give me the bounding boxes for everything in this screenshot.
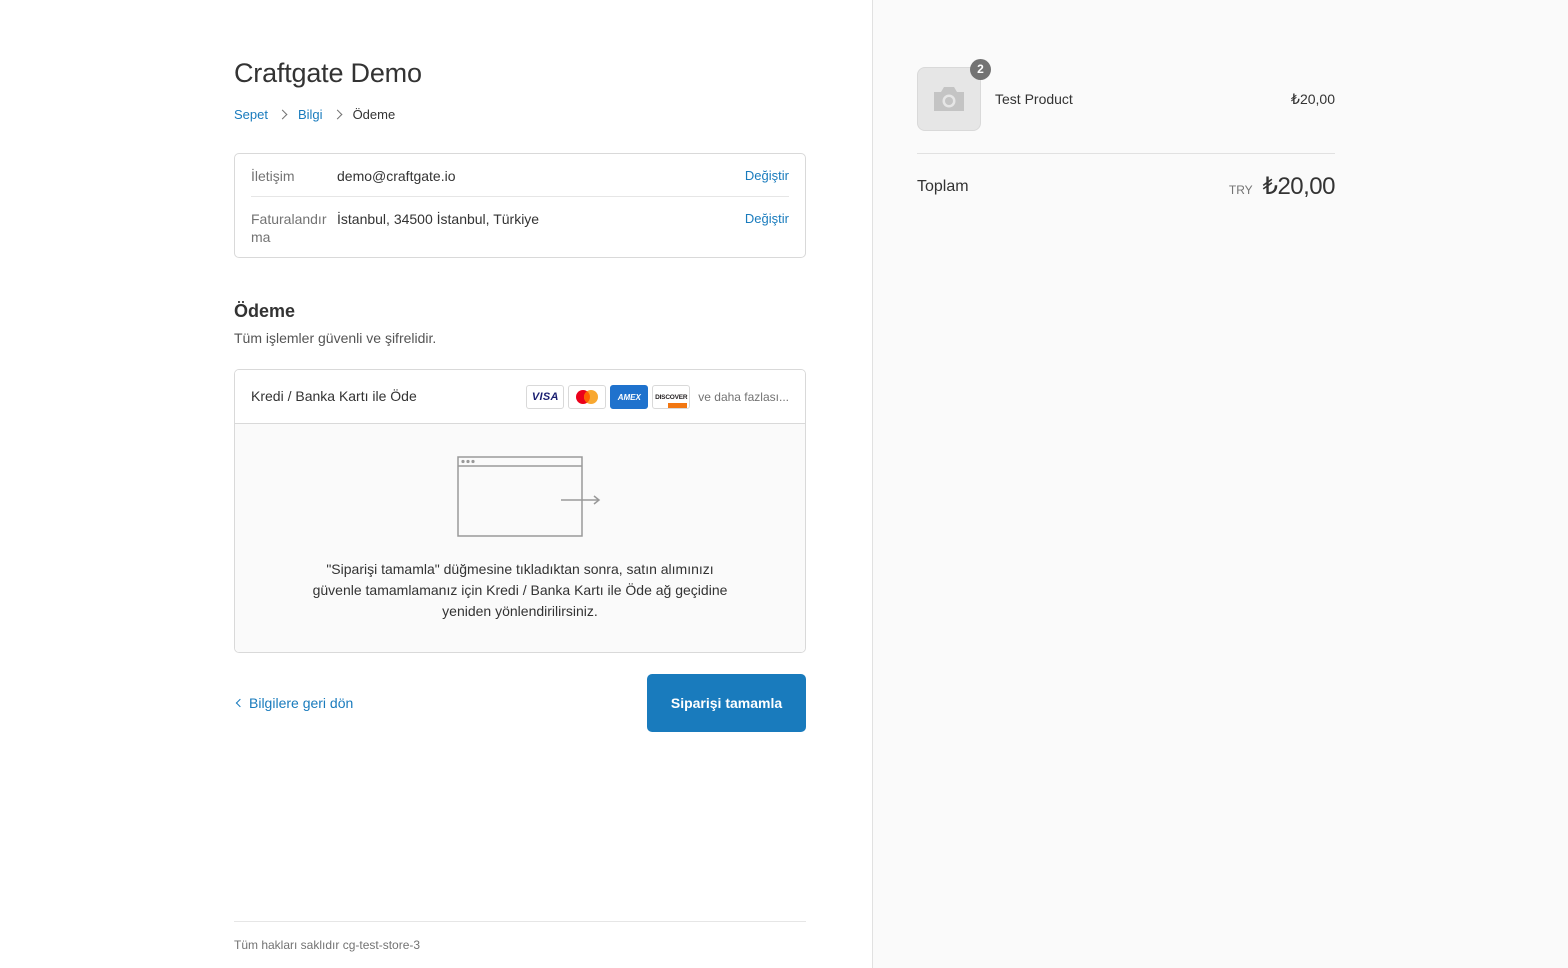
- review-row-billing: Faturalandırma İstanbul, 34500 İstanbul,…: [251, 210, 789, 246]
- discover-icon: DISCOVER: [652, 385, 691, 409]
- complete-order-button[interactable]: Siparişi tamamla: [647, 674, 806, 732]
- product-price: ₺20,00: [1291, 91, 1335, 107]
- total-label: Toplam: [917, 178, 969, 195]
- payment-method-label: Kredi / Banka Kartı ile Öde: [251, 388, 417, 404]
- main-content: Craftgate Demo Sepet Bilgi Ödeme İletişi…: [234, 0, 806, 968]
- breadcrumb: Sepet Bilgi Ödeme: [234, 107, 395, 122]
- store-title: Craftgate Demo: [234, 58, 422, 88]
- product-row: 2 Test Product ₺20,00: [917, 59, 1335, 131]
- contact-label: İletişim: [251, 168, 295, 184]
- change-billing-link[interactable]: Değiştir: [745, 210, 789, 246]
- billing-label: Faturalandırma: [251, 211, 327, 245]
- payment-method-box: Kredi / Banka Kartı ile Öde VISA AMEX DI…: [234, 369, 806, 653]
- footer-text: Tüm hakları saklıdır cg-test-store-3: [234, 938, 421, 952]
- more-cards-text: ve daha fazlası...: [698, 390, 789, 404]
- discover-logo-text: DISCOVER: [655, 393, 688, 408]
- chevron-left-icon: [235, 698, 245, 708]
- mastercard-logo: [576, 390, 599, 404]
- total-value: ₺20,00: [1262, 173, 1336, 200]
- billing-value: İstanbul, 34500 İstanbul, Türkiye: [337, 211, 540, 227]
- visa-logo-text: VISA: [531, 391, 559, 403]
- breadcrumb-cart[interactable]: Sepet: [234, 107, 268, 122]
- change-contact-link[interactable]: Değiştir: [745, 167, 789, 196]
- payment-section-subtitle: Tüm işlemler güvenli ve şifrelidir.: [234, 330, 437, 346]
- total-amount: TRY ₺20,00: [1228, 172, 1336, 201]
- visa-icon: VISA: [526, 385, 565, 409]
- back-to-info-label: Bilgilere geri dön: [249, 695, 354, 711]
- chevron-right-icon: [277, 109, 288, 120]
- contact-value: demo@craftgate.io: [337, 168, 456, 184]
- back-to-info-link[interactable]: Bilgilere geri dön: [234, 695, 353, 711]
- amex-logo-text: AMEX: [617, 392, 641, 402]
- review-box: İletişim demo@craftgate.io Değiştir Fatu…: [234, 153, 806, 258]
- quantity-badge: 2: [970, 59, 991, 80]
- mastercard-icon: [568, 385, 607, 409]
- breadcrumb-payment: Ödeme: [352, 107, 396, 122]
- amex-icon: AMEX: [610, 385, 649, 409]
- footer: Tüm hakları saklıdır cg-test-store-3: [234, 921, 806, 952]
- payment-section-title: Ödeme: [234, 301, 296, 321]
- total-currency: TRY: [1228, 183, 1253, 197]
- summary-divider: [917, 153, 1335, 154]
- browser-redirect-icon: [457, 456, 601, 537]
- payment-method-header[interactable]: Kredi / Banka Kartı ile Öde VISA AMEX DI…: [235, 370, 805, 424]
- chevron-right-icon: [332, 109, 343, 120]
- breadcrumb-info[interactable]: Bilgi: [298, 107, 323, 122]
- review-row-contact: İletişim demo@craftgate.io Değiştir: [251, 167, 789, 197]
- order-summary-sidebar: 2 Test Product ₺20,00 Toplam TRY ₺20,00: [872, 0, 1568, 968]
- main-panel: Craftgate Demo Sepet Bilgi Ödeme İletişi…: [0, 0, 872, 968]
- product-name: Test Product: [995, 91, 1073, 107]
- card-brands: VISA AMEX DISCOVER ve daha fazlası...: [526, 385, 789, 409]
- product-thumbnail: 2: [917, 59, 991, 131]
- camera-icon: [934, 87, 964, 111]
- redirect-notice: "Siparişi tamamla" düğmesine tıkladıktan…: [312, 561, 728, 619]
- payment-method-body: "Siparişi tamamla" düğmesine tıkladıktan…: [235, 424, 805, 652]
